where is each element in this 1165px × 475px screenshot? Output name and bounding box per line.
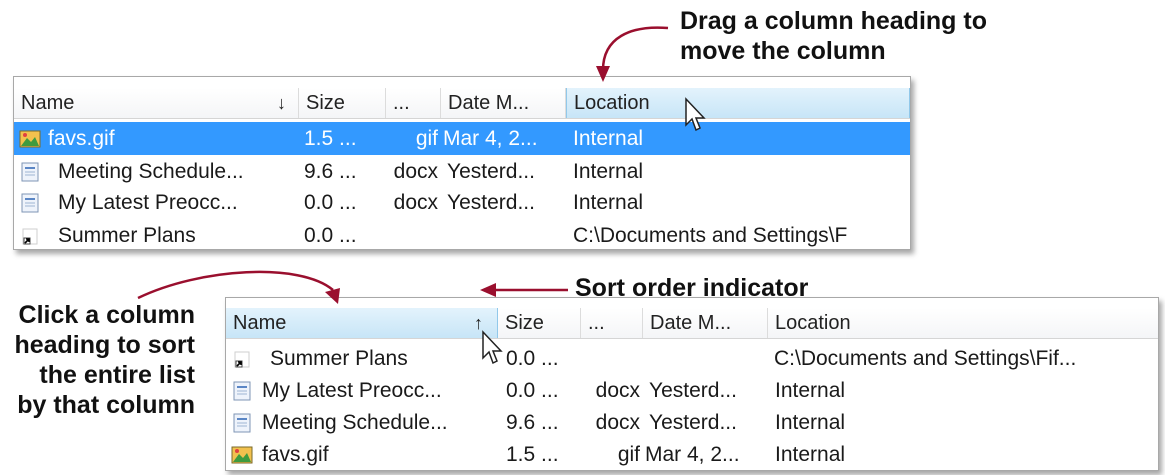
top-sort-arrow-icon: ↓ — [277, 93, 286, 113]
document-file-icon — [233, 413, 251, 433]
document-file-icon — [21, 193, 39, 213]
file-name: My Latest Preocc... — [262, 379, 442, 402]
drag-callout-line-2: move the column — [680, 37, 886, 65]
top-list-row[interactable]: My Latest Preocc... 0.0 ... docx Yesterd… — [14, 186, 910, 219]
image-file-icon — [19, 130, 41, 148]
shortcut-icon — [234, 351, 250, 368]
drag-column-callout: Drag a column heading to move the column — [680, 6, 987, 66]
file-size: 1.5 ... — [506, 443, 559, 466]
file-location: Internal — [573, 127, 644, 150]
click-callout-line-1: Click a column — [18, 301, 195, 329]
file-date: Mar 4, 2... — [645, 443, 740, 466]
top-header-type[interactable]: ... — [386, 88, 441, 118]
file-name: Meeting Schedule... — [262, 411, 448, 434]
file-date: Yesterd... — [447, 191, 535, 214]
mouse-pointer-icon — [482, 330, 503, 365]
drag-callout-line-1: Drag a column heading to — [680, 7, 987, 35]
top-list-row[interactable]: Summer Plans 0.0 ... C:\Documents and Se… — [14, 219, 910, 249]
file-size: 0.0 ... — [506, 379, 559, 402]
image-file-icon — [231, 446, 253, 464]
bottom-header-size[interactable]: Size — [498, 308, 581, 338]
top-file-list: Name ↓ Size ... Date M... Location favs.… — [13, 76, 911, 250]
bottom-header-date[interactable]: Date M... — [643, 308, 768, 338]
file-name: Meeting Schedule... — [58, 160, 244, 183]
file-location: Internal — [775, 443, 846, 466]
click-callout-line-3: the entire list — [39, 361, 195, 389]
file-name: Summer Plans — [270, 347, 408, 370]
file-location: Internal — [573, 191, 644, 214]
top-header-name[interactable]: Name ↓ — [14, 88, 299, 118]
document-file-icon — [21, 162, 39, 182]
file-location: Internal — [573, 160, 644, 183]
click-callout-line-2: heading to sort — [14, 331, 195, 359]
file-name: favs.gif — [262, 443, 329, 466]
top-list-row[interactable]: favs.gif 1.5 ... gif Mar 4, 2... Interna… — [14, 122, 910, 155]
file-size: 1.5 ... — [304, 127, 357, 150]
bottom-header-location[interactable]: Location — [768, 308, 1158, 338]
file-location: C:\Documents and Settings\Fif... — [774, 347, 1077, 370]
top-header-date-label: Date M... — [448, 92, 530, 114]
file-size: 0.0 ... — [506, 347, 559, 370]
file-date: Yesterd... — [649, 411, 737, 434]
bottom-header-date-label: Date M... — [650, 312, 732, 334]
bottom-header-type-label: ... — [588, 312, 605, 334]
mouse-pointer-icon — [685, 97, 706, 132]
file-size: 0.0 ... — [304, 191, 357, 214]
bottom-list-row[interactable]: favs.gif 1.5 ... gif Mar 4, 2... Interna… — [226, 438, 1158, 470]
top-header-size-label: Size — [306, 92, 345, 114]
bottom-header-name-label: Name — [233, 312, 287, 334]
top-list-row[interactable]: Meeting Schedule... 9.6 ... docx Yesterd… — [14, 155, 910, 188]
top-list-header: Name ↓ Size ... Date M... Location — [14, 88, 910, 119]
top-header-date[interactable]: Date M... — [441, 88, 566, 118]
click-callout-line-4: by that column — [17, 391, 195, 419]
top-header-size[interactable]: Size — [299, 88, 386, 118]
file-type: gif — [415, 127, 438, 150]
file-name: My Latest Preocc... — [58, 191, 238, 214]
bottom-header-name[interactable]: Name ↑ — [226, 308, 498, 338]
file-date: Yesterd... — [649, 379, 737, 402]
file-location: C:\Documents and Settings\F — [573, 224, 848, 247]
file-location: Internal — [775, 411, 846, 434]
file-date: Yesterd... — [447, 160, 535, 183]
top-header-type-label: ... — [393, 92, 410, 114]
bottom-header-type[interactable]: ... — [581, 308, 643, 338]
top-header-location-label: Location — [574, 92, 650, 114]
file-location: Internal — [775, 379, 846, 402]
click-heading-callout: Click a column heading to sort the entir… — [14, 300, 195, 420]
bottom-list-header: Name ↑ Size ... Date M... Location — [226, 308, 1158, 339]
drag-callout-arrow — [596, 26, 669, 82]
bottom-header-location-label: Location — [775, 312, 851, 334]
top-header-name-label: Name — [21, 92, 75, 114]
file-type: docx — [393, 160, 438, 183]
file-size: 9.6 ... — [506, 411, 559, 434]
bottom-list-row[interactable]: Meeting Schedule... 9.6 ... docx Yesterd… — [226, 406, 1158, 439]
top-header-location[interactable]: Location — [566, 88, 910, 118]
file-size: 0.0 ... — [304, 224, 357, 247]
bottom-list-row[interactable]: My Latest Preocc... 0.0 ... docx Yesterd… — [226, 374, 1158, 407]
file-type: gif — [617, 443, 640, 466]
file-name: favs.gif — [48, 127, 115, 150]
file-type: docx — [393, 191, 438, 214]
file-type: docx — [595, 379, 640, 402]
shortcut-icon — [22, 228, 38, 245]
document-file-icon — [233, 381, 251, 401]
sort-indicator-arrow — [480, 283, 568, 297]
file-date: Mar 4, 2... — [443, 127, 538, 150]
bottom-file-list: Name ↑ Size ... Date M... Location Summe… — [225, 297, 1159, 471]
file-name: Summer Plans — [58, 224, 196, 247]
bottom-list-row[interactable]: Summer Plans 0.0 ... C:\Documents and Se… — [226, 342, 1158, 375]
bottom-header-size-label: Size — [505, 312, 544, 334]
file-type: docx — [595, 411, 640, 434]
file-size: 9.6 ... — [304, 160, 357, 183]
